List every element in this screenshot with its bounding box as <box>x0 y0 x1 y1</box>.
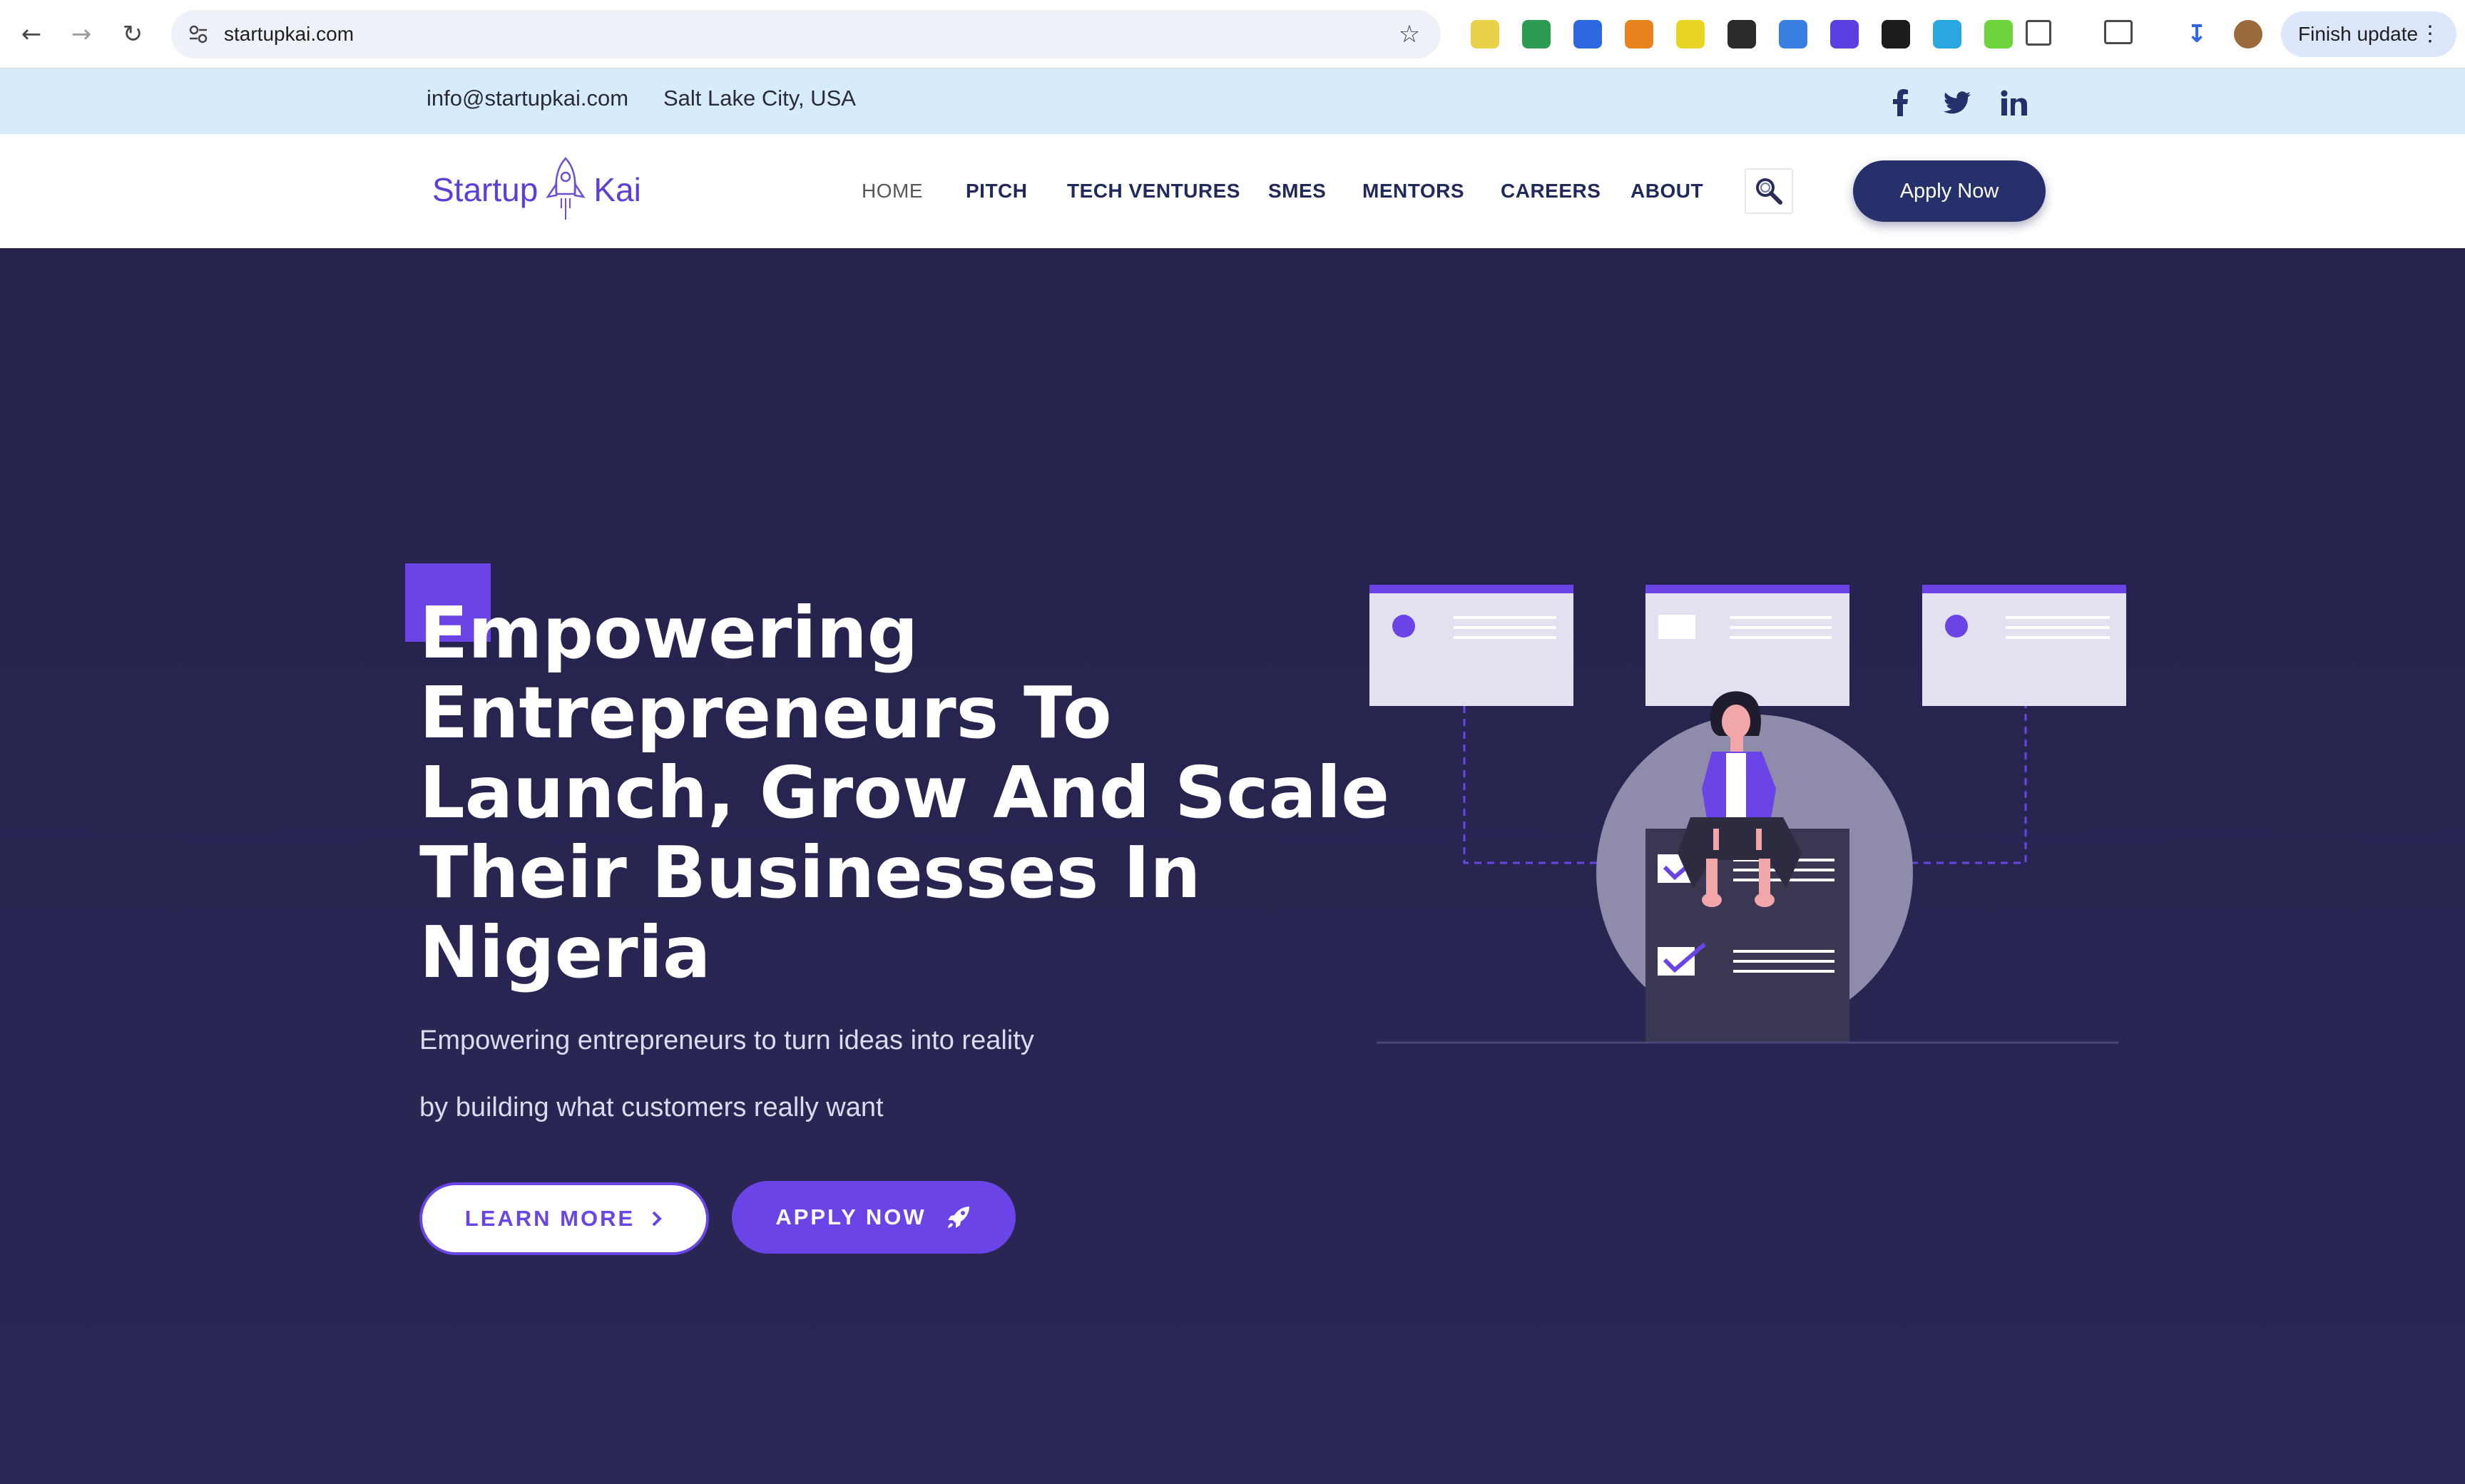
black-s-extension-icon[interactable] <box>1882 20 1910 48</box>
nav-about[interactable]: ABOUT <box>1630 134 1703 248</box>
nav-home[interactable]: HOME <box>862 134 923 248</box>
hero-subtitle-line-1: Empowering entrepreneurs to turn ideas i… <box>419 1025 1034 1055</box>
contact-location: Salt Lake City, USA <box>663 86 856 111</box>
green-circle-extension-icon[interactable] <box>1522 20 1551 48</box>
profile-avatar[interactable] <box>2234 20 2262 48</box>
blue-ring-extension-icon[interactable] <box>1573 20 1602 48</box>
linkedin-icon[interactable] <box>1997 86 2031 120</box>
hero-subtitle-line-2: by building what customers really want <box>419 1092 884 1122</box>
headline-line-1: Empowering <box>419 591 919 675</box>
extensions-puzzle-icon[interactable] <box>2026 20 2051 46</box>
headline-line-3: Launch, Grow And Scale <box>419 751 1390 834</box>
finish-update-label: Finish update <box>2298 23 2419 45</box>
startup-kai-logo[interactable]: Startup Kai <box>432 154 660 225</box>
fi-extension-icon[interactable] <box>1779 20 1807 48</box>
purple-extension-icon[interactable] <box>1830 20 1859 48</box>
back-icon[interactable]: ← <box>13 16 50 53</box>
card-middle <box>1645 585 1849 706</box>
search-icon <box>1756 178 1782 205</box>
box-extension-icon[interactable] <box>1727 20 1756 48</box>
learn-more-button[interactable]: LEARN MORE <box>419 1182 709 1255</box>
nav-tech-ventures[interactable]: TECH VENTURES <box>1067 134 1240 248</box>
twitter-icon[interactable] <box>1940 86 1974 120</box>
s-extension-icon[interactable] <box>1676 20 1705 48</box>
nav-careers[interactable]: CAREERS <box>1501 134 1601 248</box>
metamask-extension-icon[interactable] <box>1625 20 1653 48</box>
headline-line-5: Nigeria <box>419 911 711 994</box>
finish-update-button[interactable]: Finish update ⋮ <box>2281 11 2456 57</box>
rocket-logo-icon <box>546 157 586 220</box>
green-grid-extension-icon[interactable] <box>1984 20 2013 48</box>
headline-line-4: Their Businesses In <box>419 831 1201 914</box>
chevron-right-icon <box>652 1211 663 1227</box>
contact-bar: info@startupkai.com Salt Lake City, USA <box>0 68 2465 134</box>
card-left <box>1369 585 1573 706</box>
apply-now-header-button[interactable]: Apply Now <box>1853 160 2046 222</box>
hero-illustration <box>1369 585 2126 1044</box>
facebook-icon[interactable] <box>1883 86 1917 120</box>
contact-email[interactable]: info@startupkai.com <box>427 68 628 128</box>
bookmark-star-icon[interactable]: ☆ <box>1394 19 1425 50</box>
logo-text-kai: Kai <box>593 171 641 208</box>
nav-mentors[interactable]: MENTORS <box>1362 134 1464 248</box>
tab-search-icon[interactable] <box>2104 20 2133 44</box>
site-settings-icon[interactable] <box>184 20 213 48</box>
card-right <box>1922 585 2126 706</box>
more-menu-icon[interactable]: ⋮ <box>2419 21 2441 47</box>
apply-now-hero-button[interactable]: APPLY NOW <box>732 1181 1016 1254</box>
forward-icon[interactable]: → <box>63 16 100 53</box>
address-bar[interactable]: startupkai.com ☆ <box>171 10 1441 58</box>
hero-headline: Empowering Entrepreneurs To Launch, Grow… <box>419 593 1418 993</box>
learn-more-label: LEARN MORE <box>464 1206 636 1231</box>
pen-extension-icon[interactable] <box>1471 20 1499 48</box>
headline-line-2: Entrepreneurs To <box>419 671 1112 754</box>
nav-smes[interactable]: SMES <box>1268 134 1326 248</box>
reload-icon[interactable]: ↻ <box>114 16 151 53</box>
rocket-icon <box>947 1207 969 1228</box>
logo-text-startup: Startup <box>432 171 539 208</box>
url-text[interactable]: startupkai.com <box>224 10 354 58</box>
search-button[interactable] <box>1745 168 1793 214</box>
downloads-icon[interactable]: ↧ <box>2183 20 2211 48</box>
apply-now-label: APPLY NOW <box>775 1204 927 1229</box>
nav-pitch[interactable]: PITCH <box>966 134 1028 248</box>
download-teal-extension-icon[interactable] <box>1933 20 1961 48</box>
browser-toolbar: ← → ↻ startupkai.com ☆ ↧ Finish update ⋮ <box>0 0 2465 68</box>
site-header: Startup Kai HOME PITCH TECH VENTURES SME… <box>0 134 2465 248</box>
